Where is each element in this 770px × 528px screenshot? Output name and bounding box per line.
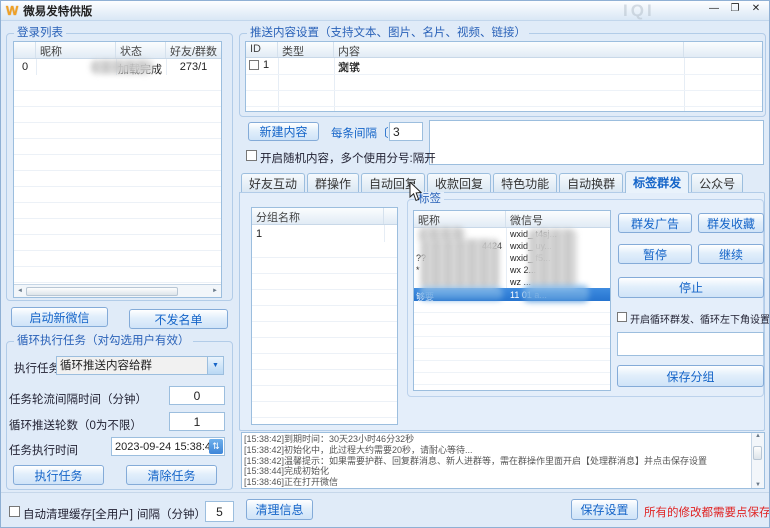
col-type: 类型 — [278, 42, 334, 57]
run-task-button[interactable]: 执行任务 — [13, 465, 104, 485]
loop-mass-send-label: 开启循环群发、循环左下角设置 — [630, 311, 770, 326]
login-list-title: 登录列表 — [14, 26, 66, 41]
loop-task-title: 循环执行任务（对勾选用户有效） — [14, 334, 193, 349]
exec-time-field[interactable]: 2023-09-24 15:38:41 ⇅ — [111, 437, 225, 456]
chevron-down-icon[interactable]: ▼ — [207, 357, 223, 374]
rounds-label: 循环推送轮数（0为不限） — [9, 417, 142, 433]
scroll-right-icon[interactable]: ► — [209, 288, 221, 294]
task-label: 执行任务 — [14, 360, 60, 376]
tab-official-account[interactable]: 公众号 — [691, 173, 743, 193]
login-table[interactable]: 昵称 状态 好友/群数 0 加载完成 273/1 ◄ ► — [13, 41, 222, 298]
clear-task-button[interactable]: 清除任务 — [126, 465, 217, 485]
col-content: 内容 — [334, 42, 684, 57]
tab-bar: 好友互动 群操作 自动回复 收款回复 特色功能 自动换群 标签群发 公众号 — [241, 172, 745, 193]
close-icon[interactable]: ✕ — [750, 3, 762, 14]
col-nickname: 昵称 — [36, 42, 116, 58]
clear-info-button[interactable]: 清理信息 — [246, 499, 313, 520]
rotate-interval-input[interactable] — [169, 386, 225, 405]
row-content: 测试 — [338, 59, 678, 75]
minimize-icon[interactable]: — — [708, 3, 720, 14]
scroll-down-icon[interactable]: ▼ — [752, 482, 764, 488]
tab-payment-reply[interactable]: 收款回复 — [427, 173, 491, 193]
task-select[interactable]: 循环推送内容给群 ▼ — [56, 356, 224, 375]
censor-mosaic — [421, 239, 499, 289]
login-empty-rows — [14, 75, 221, 284]
auto-clean-cache-checkbox[interactable] — [9, 506, 20, 517]
col-tag-wxid: 微信号 — [506, 211, 610, 227]
log-line: [15:38:42]温馨提示：如果需要护群、回复群消息、新人进群等，需在群操作里… — [244, 456, 749, 467]
extra-content-textarea[interactable] — [429, 120, 764, 165]
stop-button[interactable]: 停止 — [618, 277, 764, 298]
window-controls: — ❐ ✕ — [708, 3, 762, 14]
censor-mosaic — [529, 229, 577, 289]
log-line: [15:38:42]到期时间：30天23小时46分32秒 — [244, 434, 749, 445]
col-index — [14, 42, 36, 58]
push-table-header: ID 类型 内容 — [246, 42, 762, 58]
col-status: 状态 — [116, 42, 166, 58]
scrollbar-thumb[interactable] — [753, 446, 762, 460]
tab-auto-switch-group[interactable]: 自动换群 — [559, 173, 623, 193]
rotate-interval-label: 任务轮流间隔时间（分钟） — [9, 391, 147, 407]
tab-special-features[interactable]: 特色功能 — [493, 173, 557, 193]
datetime-spinner-icon[interactable]: ⇅ — [209, 439, 223, 454]
row-checkbox[interactable] — [249, 60, 259, 70]
random-content-label: 开启随机内容，多个使用分号:隔开 — [260, 150, 436, 166]
censor-mosaic — [523, 285, 589, 302]
exec-time-label: 任务执行时间 — [9, 442, 78, 458]
scroll-up-icon[interactable]: ▲ — [752, 433, 764, 439]
save-settings-button[interactable]: 保存设置 — [571, 499, 638, 520]
tab-friend-interaction[interactable]: 好友互动 — [241, 173, 305, 193]
cache-interval-input[interactable] — [205, 501, 234, 522]
app-logo-icon: W — [6, 4, 18, 17]
col-tag-nickname: 昵称 — [414, 211, 506, 227]
scrollbar-thumb[interactable] — [26, 287, 178, 296]
task-select-value: 循环推送内容给群 — [60, 360, 152, 372]
save-notice-text: 所有的修改都需要点保存 — [644, 504, 770, 520]
tab-tag-mass-send[interactable]: 标签群发 — [625, 171, 689, 193]
col-ratio: 好友/群数 — [166, 42, 221, 58]
log-line: [15:38:44]完成初始化 — [244, 466, 749, 477]
save-group-button[interactable]: 保存分组 — [617, 365, 764, 387]
col-id: ID — [246, 42, 278, 57]
mass-send-favorites-button[interactable]: 群发收藏 — [698, 213, 764, 233]
pause-button[interactable]: 暂停 — [618, 244, 692, 264]
log-line: [15:38:46]正在打开微信 — [244, 477, 749, 487]
window-title: 微易发特供版 — [23, 3, 92, 19]
tag-group-name-input[interactable] — [617, 332, 764, 356]
maximize-icon[interactable]: ❐ — [729, 3, 741, 14]
tag-table-header: 昵称 微信号 — [414, 211, 610, 228]
app-window: W 微易发特供版 IQI — ❐ ✕ 登录列表 昵称 状态 好友/群数 0 加载… — [0, 0, 770, 528]
login-hscrollbar[interactable]: ◄ ► — [14, 284, 221, 297]
msg-interval-input[interactable] — [389, 122, 423, 141]
group-name-header: 分组名称 — [252, 208, 397, 225]
censor-mosaic — [419, 287, 503, 300]
login-table-header: 昵称 状态 好友/群数 — [14, 42, 221, 59]
exec-time-value: 2023-09-24 15:38:41 — [115, 441, 217, 453]
log-vscrollbar[interactable]: ▲ ▼ — [751, 433, 764, 488]
push-content-table[interactable]: ID 类型 内容 1 文字 测试 — [245, 41, 763, 112]
log-lines: [15:38:42]到期时间：30天23小时46分32秒 [15:38:42]初… — [244, 434, 749, 487]
scroll-left-icon[interactable]: ◄ — [14, 288, 26, 294]
footer-divider — [1, 492, 770, 493]
push-content-title: 推送内容设置（支持文本、图片、名片、视频、链接） — [247, 26, 529, 41]
log-box[interactable]: [15:38:42]到期时间：30天23小时46分32秒 [15:38:42]初… — [241, 432, 765, 489]
censor-mosaic — [91, 60, 153, 74]
mouse-cursor-icon — [409, 182, 423, 202]
no-send-list-button[interactable]: 不发名单 — [129, 309, 228, 329]
mass-send-ads-button[interactable]: 群发广告 — [618, 213, 692, 233]
new-content-button[interactable]: 新建内容 — [248, 122, 319, 141]
resume-button[interactable]: 继续 — [698, 244, 764, 264]
random-content-checkbox[interactable] — [246, 150, 257, 161]
cache-interval-label: 间隔（分钟） — [137, 506, 206, 522]
group-name-table[interactable]: 分组名称 1 — [251, 207, 398, 425]
log-line: [15:38:42]初始化中，此过程大约需要20秒，请耐心等待... — [244, 445, 749, 456]
rounds-input[interactable] — [169, 412, 225, 431]
tab-group-operations[interactable]: 群操作 — [307, 173, 359, 193]
group-row[interactable]: 1 — [256, 228, 376, 240]
start-new-wechat-button[interactable]: 启动新微信 — [11, 307, 108, 327]
loop-mass-send-checkbox[interactable] — [617, 312, 627, 322]
auto-clean-cache-label: 自动清理缓存[全用户] — [23, 506, 133, 522]
